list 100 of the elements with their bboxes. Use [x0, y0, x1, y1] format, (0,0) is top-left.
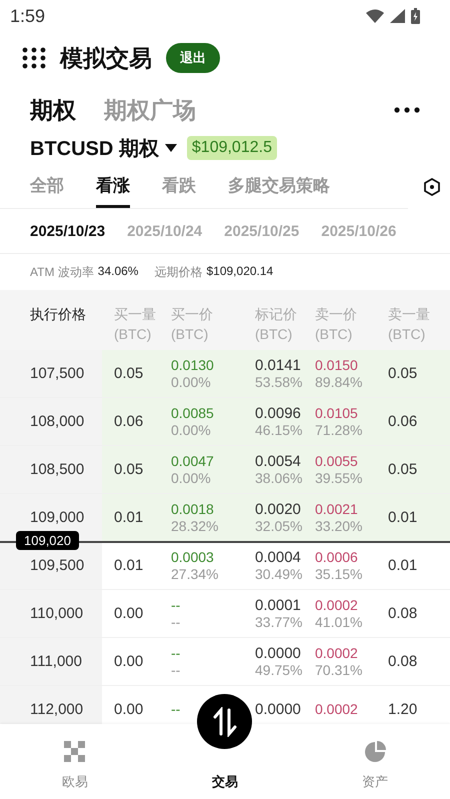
column-header: 执行价格: [29, 305, 87, 324]
table-cell-text: 0.0002: [315, 644, 359, 662]
table-cell-text: 0.05: [388, 365, 418, 382]
strike-price: 111,000: [0, 638, 102, 685]
table-cell-text: 0.0000: [255, 644, 302, 662]
table-cell: 32.05%: [255, 518, 303, 534]
table-cell-text: 0.0002: [315, 701, 359, 718]
hexagon-icon[interactable]: [424, 178, 440, 196]
nav-tab[interactable]: 资产: [300, 724, 450, 799]
table-cell-text: 0.06: [388, 413, 418, 430]
pie-chart-icon: [364, 741, 386, 763]
table-cell-text: 0.0130: [171, 356, 215, 374]
filter-tab[interactable]: 看跌: [162, 166, 196, 208]
strike-price: 112,000: [0, 686, 102, 724]
table-cell-text: 0.00: [114, 701, 144, 718]
table-cell-text: --: [171, 596, 182, 614]
table-cell-text: 0.0055: [315, 452, 359, 470]
caret-icon: [164, 144, 177, 152]
instrument-selector[interactable]: BTCUSD 期权: [30, 134, 177, 162]
table-cell: 49.75%: [255, 662, 303, 678]
column-header: 标记价 (BTC): [254, 305, 298, 344]
page-tab[interactable]: 期权广场: [104, 94, 196, 126]
table-cell-text: 0.0141: [255, 356, 302, 374]
filter-tab[interactable]: 看涨: [96, 166, 130, 208]
expiry-date[interactable]: 2025/10/26: [321, 222, 396, 240]
table-cell-text: 0.0000: [255, 701, 302, 718]
strike-price: 110,000: [0, 590, 102, 637]
table-cell: 33.77%: [255, 614, 303, 630]
column-header: 卖一价 (BTC): [314, 305, 358, 344]
iv-label: ATM 波动率: [30, 264, 94, 280]
table-cell-text: --: [171, 701, 182, 718]
filter-tab[interactable]: 多腿交易策略: [228, 166, 330, 208]
column-header: 买一量 (BTC): [113, 305, 157, 344]
strike-price: 108,000: [0, 398, 102, 445]
page-tab[interactable]: 期权: [30, 94, 76, 126]
index-price: $109,012.5: [186, 136, 277, 160]
table-cell: 30.49%: [255, 566, 303, 582]
expiry-date[interactable]: 2025/10/24: [127, 222, 202, 240]
table-cell-text: 0.01: [114, 509, 144, 526]
table-cell-text: 89.84%: [315, 374, 364, 390]
iv-value: 34.06%: [98, 264, 138, 280]
table-cell-text: 0.01: [388, 509, 418, 526]
table-cell-text: 0.0002: [315, 596, 359, 614]
table-cell-text: 0.00: [114, 605, 144, 622]
table-cell-text: 0.00%: [171, 470, 212, 486]
table-cell-text: 0.08: [388, 605, 418, 622]
table-cell-text: 0.0096: [255, 404, 302, 422]
table-cell-text: 33.20%: [315, 518, 364, 534]
table-cell-text: 0.05: [114, 365, 144, 382]
forward-value: $109,020.14: [206, 264, 274, 280]
table-cell-text: 0.0085: [171, 404, 215, 422]
status-time: 1:59: [10, 6, 46, 26]
table-cell-text: 0.0020: [255, 500, 302, 518]
table-cell-text: 35.15%: [315, 566, 364, 582]
table-cell-text: 0.0150: [315, 356, 359, 374]
table-cell-text: 71.28%: [315, 422, 364, 438]
more-icon[interactable]: [394, 107, 420, 113]
table-cell: 53.58%: [255, 374, 303, 390]
table-cell-text: 0.0047: [171, 452, 215, 470]
table-cell-text: 41.01%: [315, 614, 364, 630]
table-cell-text: 39.55%: [315, 470, 364, 486]
strike-price: 107,500: [0, 350, 102, 397]
table-cell-text: --: [171, 614, 182, 630]
column-header: 买一价 (BTC): [170, 305, 214, 344]
checker-icon: [64, 741, 86, 763]
page-title: 模拟交易: [60, 44, 152, 72]
table-cell-text: 0.05: [388, 461, 418, 478]
table-cell: 46.15%: [255, 422, 303, 438]
table-cell-text: 0.01: [114, 557, 144, 574]
table-cell-text: 0.0003: [171, 548, 215, 566]
table-cell-text: 0.00: [114, 653, 144, 670]
expiry-date[interactable]: 2025/10/23: [30, 222, 106, 240]
table-cell-text: 0.0004: [255, 548, 302, 566]
table-cell-text: 70.31%: [315, 662, 364, 678]
battery-icon: [411, 8, 420, 24]
table-cell-text: 0.0021: [315, 500, 359, 518]
table-cell-text: 0.0018: [171, 500, 215, 518]
column-header: 卖一量 (BTC): [387, 305, 431, 344]
wifi-icon: [366, 9, 384, 23]
table-cell-text: 0.06: [114, 413, 144, 430]
table-cell-text: 0.05: [114, 461, 144, 478]
exit-button[interactable]: 退出: [166, 43, 220, 73]
table-cell-text: 0.0054: [255, 452, 302, 470]
signal-icon: [390, 9, 405, 23]
table-cell-text: 0.00%: [171, 422, 212, 438]
table-cell-text: 0.0001: [255, 596, 302, 614]
table-cell-text: 0.01: [388, 557, 418, 574]
table-cell-text: 0.00%: [171, 374, 212, 390]
expiry-date[interactable]: 2025/10/25: [224, 222, 300, 240]
menu-icon[interactable]: [22, 47, 46, 69]
table-cell-text: --: [171, 644, 182, 662]
table-cell-text: 0.08: [388, 653, 418, 670]
filter-tab[interactable]: 全部: [30, 166, 64, 208]
nav-tab[interactable]: 交易: [150, 724, 300, 799]
table-cell-text: 0.0006: [315, 548, 359, 566]
nav-tab[interactable]: 欧易: [0, 724, 150, 799]
table-cell: 38.06%: [255, 470, 303, 486]
forward-label: 远期价格: [154, 264, 202, 280]
table-cell-text: 1.20: [388, 701, 418, 718]
table-cell-text: 0.0105: [315, 404, 359, 422]
